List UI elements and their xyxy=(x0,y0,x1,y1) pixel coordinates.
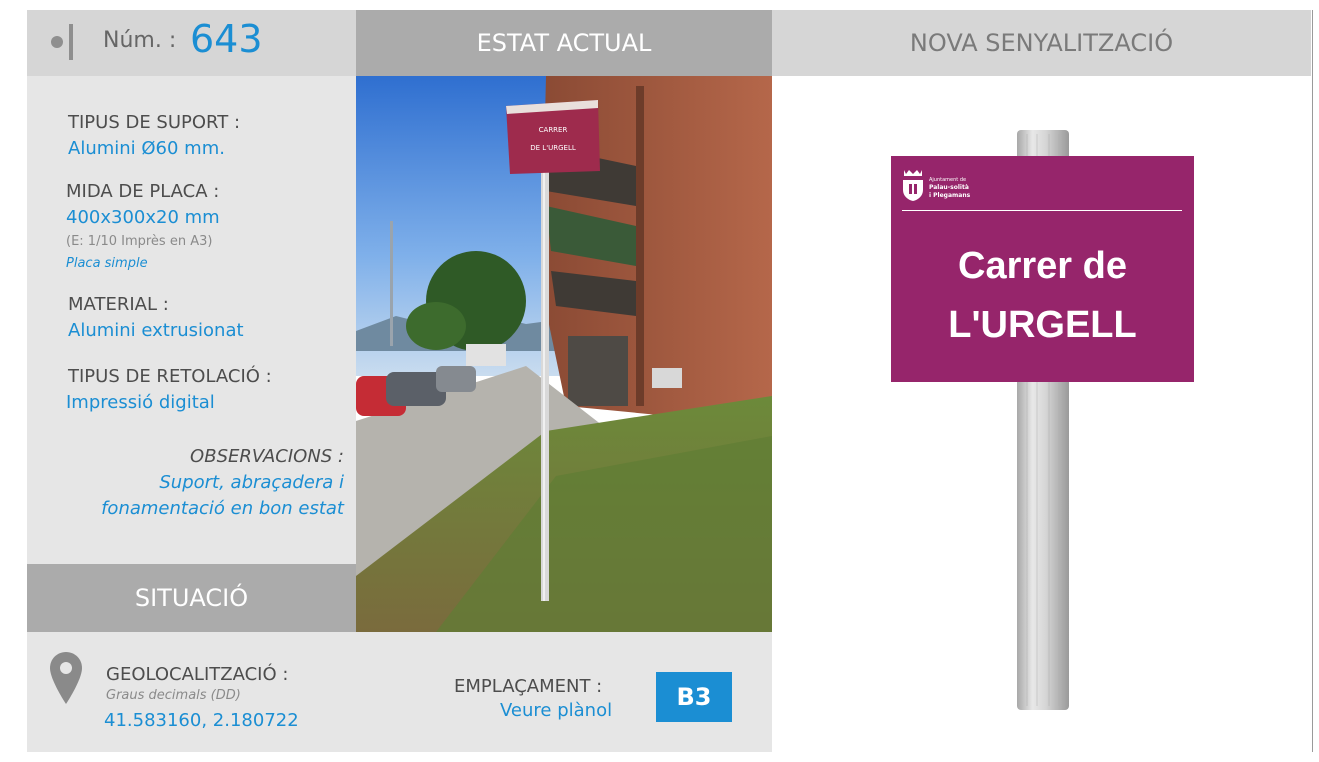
geolocalitzacio-label: GEOLOCALITZACIÓ : xyxy=(106,664,289,685)
mida-placa-scale: (E: 1/10 Imprès en A3) xyxy=(66,234,213,249)
number-value: 643 xyxy=(190,17,263,61)
number-label: Núm. : xyxy=(103,28,177,53)
photo-sign-line2: DE L'URGELL xyxy=(530,144,576,152)
geolocalitzacio-value: 41.583160, 2.180722 xyxy=(104,710,299,731)
sign-divider xyxy=(902,210,1182,211)
logo-line1: Ajuntament de xyxy=(929,177,967,183)
retolacio-label: TIPUS DE RETOLACIÓ : xyxy=(68,366,272,387)
photo-sign-line1: CARRER xyxy=(539,126,568,134)
logo-line2: Palau-solità xyxy=(929,184,969,191)
location-marker-icon xyxy=(51,24,73,60)
municipal-coat-of-arms-icon xyxy=(903,170,923,201)
mida-placa-label: MIDA DE PLACA : xyxy=(66,181,220,202)
observacions-line2: fonamentació en bon estat xyxy=(101,498,344,519)
observacions-line1: Suport, abraçadera i xyxy=(159,472,344,493)
retolacio-value: Impressió digital xyxy=(66,392,215,413)
observacions-label: OBSERVACIONS : xyxy=(190,446,344,467)
estat-actual-header: ESTAT ACTUAL xyxy=(356,10,772,76)
current-state-photo: CARRER DE L'URGELL xyxy=(356,76,772,632)
material-label: MATERIAL : xyxy=(68,294,169,315)
nova-senyalitzacio-header: NOVA SENYALITZACIÓ xyxy=(772,10,1311,76)
mida-placa-value: 400x300x20 mm xyxy=(66,207,220,228)
emplacament-label: EMPLAÇAMENT : xyxy=(454,676,603,697)
new-sign-title-line2: L'URGELL xyxy=(948,304,1137,346)
geolocalitzacio-format: Graus decimals (DD) xyxy=(106,688,241,703)
logo-line3: i Plegamans xyxy=(929,192,971,199)
emplacament-value[interactable]: Veure plànol xyxy=(500,700,612,721)
tipus-suport-label: TIPUS DE SUPORT : xyxy=(68,112,241,133)
mida-placa-type: Placa simple xyxy=(66,256,148,271)
emplacament-code-badge[interactable]: B3 xyxy=(656,672,732,722)
situacio-header: SITUACIÓ xyxy=(27,564,356,632)
material-value: Alumini extrusionat xyxy=(68,320,244,341)
map-pin-icon xyxy=(50,652,82,704)
tipus-suport-value: Alumini Ø60 mm. xyxy=(68,138,225,159)
new-sign-title-line1: Carrer de xyxy=(958,245,1127,287)
street-photo-illustration: CARRER DE L'URGELL xyxy=(356,76,772,632)
